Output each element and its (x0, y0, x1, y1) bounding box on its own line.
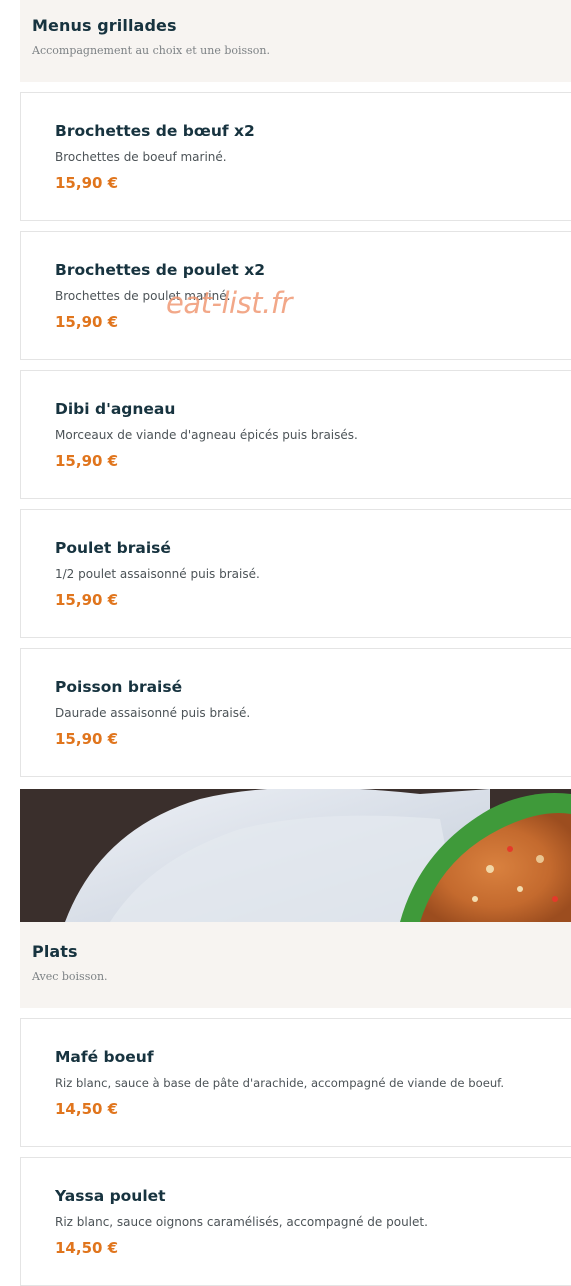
menu-item-price: 15,90 € (55, 591, 119, 609)
menu-item-name: Mafé boeuf (55, 1048, 154, 1066)
menu-item-card[interactable]: Yassa poulet Riz blanc, sauce oignons ca… (20, 1157, 571, 1286)
menu-item-name: Brochettes de poulet x2 (55, 261, 265, 279)
section-subtitle: Accompagnement au choix et une boisson. (32, 44, 270, 57)
menu-item-description: Daurade assaisonné puis braisé. (55, 706, 251, 720)
plats-banner-image (20, 789, 571, 922)
menu-item-price: 14,50 € (55, 1239, 119, 1257)
menu-item-name: Poisson braisé (55, 678, 183, 696)
menu-item-name: Yassa poulet (55, 1187, 166, 1205)
section-header-grillades: Menus grillades Accompagnement au choix … (20, 0, 571, 82)
menu-item-price: 15,90 € (55, 730, 119, 748)
section-header-plats: Plats Avec boisson. (20, 922, 571, 1008)
menu-item-description: Riz blanc, sauce oignons caramélisés, ac… (55, 1215, 428, 1229)
menu-item-name: Dibi d'agneau (55, 400, 176, 418)
menu-item-card[interactable]: Poisson braisé Daurade assaisonné puis b… (20, 648, 571, 777)
menu-item-name: Brochettes de bœuf x2 (55, 122, 255, 140)
menu-item-description: 1/2 poulet assaisonné puis braisé. (55, 567, 260, 581)
menu-item-price: 15,90 € (55, 174, 119, 192)
section-title: Plats (32, 942, 78, 961)
menu-item-description: Brochettes de boeuf mariné. (55, 150, 227, 164)
menu-item-card[interactable]: Mafé boeuf Riz blanc, sauce à base de pâ… (20, 1018, 571, 1147)
menu-item-price: 15,90 € (55, 452, 119, 470)
menu-item-description: Riz blanc, sauce à base de pâte d'arachi… (55, 1076, 505, 1090)
menu-item-card[interactable]: Brochettes de poulet x2 Brochettes de po… (20, 231, 571, 360)
menu-item-card[interactable]: Poulet braisé 1/2 poulet assaisonné puis… (20, 509, 571, 638)
menu-item-description: Brochettes de poulet mariné. (55, 289, 231, 303)
menu-item-name: Poulet braisé (55, 539, 171, 557)
menu-item-card[interactable]: Dibi d'agneau Morceaux de viande d'agnea… (20, 370, 571, 499)
menu-item-price: 15,90 € (55, 313, 119, 331)
menu-item-description: Morceaux de viande d'agneau épicés puis … (55, 428, 358, 442)
section-subtitle: Avec boisson. (32, 970, 108, 983)
menu-item-price: 14,50 € (55, 1100, 119, 1118)
menu-item-card[interactable]: Brochettes de bœuf x2 Brochettes de boeu… (20, 92, 571, 221)
section-title: Menus grillades (32, 16, 177, 35)
